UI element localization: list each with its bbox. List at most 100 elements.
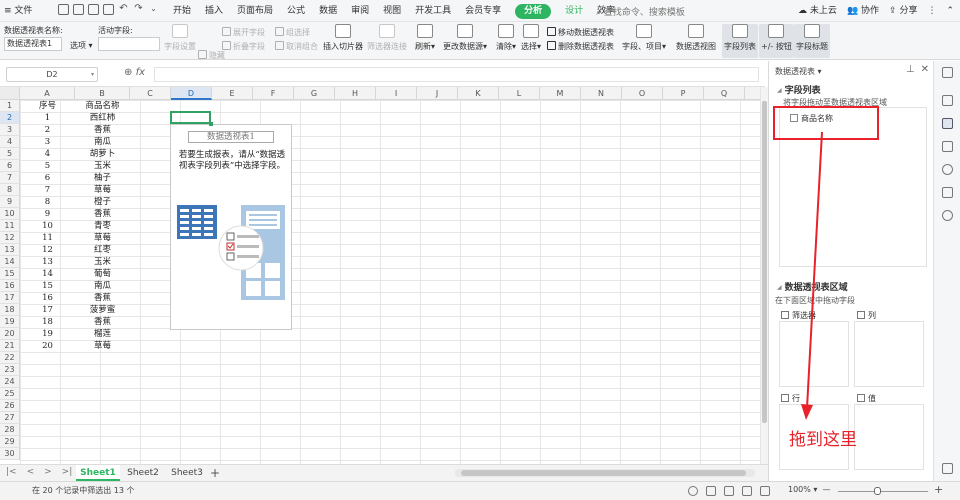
serial-number-cell[interactable]: 18: [20, 316, 75, 328]
serial-number-cell[interactable]: 4: [20, 148, 75, 160]
column-header-d[interactable]: D: [171, 87, 212, 100]
serial-number-cell[interactable]: 2: [20, 124, 75, 136]
move-pivot-button[interactable]: 移动数据透视表: [547, 27, 614, 38]
product-name-cell[interactable]: 西红柿: [75, 112, 130, 124]
normal-view-icon[interactable]: [724, 486, 734, 496]
filter-drop-zone[interactable]: [779, 321, 849, 387]
print-icon[interactable]: [88, 4, 99, 15]
row-header-19[interactable]: 19: [0, 316, 20, 328]
close-icon[interactable]: ✕: [921, 64, 929, 75]
product-name-cell[interactable]: 草莓: [75, 232, 130, 244]
column-header-j[interactable]: J: [417, 87, 458, 100]
serial-number-cell[interactable]: 5: [20, 160, 75, 172]
share-button[interactable]: ⇪ 分享: [889, 0, 917, 22]
product-name-cell[interactable]: 红枣: [75, 244, 130, 256]
row-header-10[interactable]: 10: [0, 208, 20, 220]
value-drop-zone[interactable]: [854, 404, 924, 470]
file-menu-button[interactable]: ≡ 文件: [4, 3, 32, 19]
page-layout-view-icon[interactable]: [742, 486, 752, 496]
change-source-button[interactable]: 更改数据源▾: [443, 24, 487, 52]
filter-connection-button[interactable]: 筛选器连接: [367, 24, 407, 52]
product-name-cell[interactable]: 玉米: [75, 160, 130, 172]
column-header-g[interactable]: G: [294, 87, 335, 100]
column-header-f[interactable]: F: [253, 87, 294, 100]
shape-icon[interactable]: [942, 187, 953, 198]
column-header-i[interactable]: I: [376, 87, 417, 100]
save-icon[interactable]: [58, 4, 69, 15]
options-button[interactable]: 选项 ▾: [70, 40, 93, 51]
tab-developer[interactable]: 开发工具: [408, 0, 458, 22]
sheet-tab-sheet1[interactable]: Sheet1: [76, 465, 120, 481]
add-sheet-button[interactable]: +: [210, 465, 220, 481]
active-field-input[interactable]: [98, 37, 160, 51]
column-header-p[interactable]: P: [663, 87, 704, 100]
field-settings-button[interactable]: 字段设置: [164, 24, 196, 52]
reading-mode-icon[interactable]: [706, 486, 716, 496]
column-header-k[interactable]: K: [458, 87, 499, 100]
tab-data[interactable]: 数据: [312, 0, 344, 22]
command-search[interactable]: ⌕ 查找命令、搜索模板: [596, 5, 685, 18]
row-header-25[interactable]: 25: [0, 388, 20, 400]
row-header-22[interactable]: 22: [0, 352, 20, 364]
product-name-cell[interactable]: 香蕉: [75, 292, 130, 304]
plus-minus-buttons-button[interactable]: +/- 按钮: [759, 24, 794, 58]
expand-field-button[interactable]: 展开字段: [222, 27, 265, 38]
column-header-n[interactable]: N: [581, 87, 622, 100]
pivot-pane-icon[interactable]: [942, 118, 953, 129]
clear-button[interactable]: 清除▾: [496, 24, 516, 52]
vertical-scrollbar[interactable]: [760, 87, 768, 464]
product-name-cell[interactable]: 橙子: [75, 196, 130, 208]
pivot-areas-header[interactable]: 数据透视表区域: [777, 280, 848, 293]
product-name-cell[interactable]: 葡萄: [75, 268, 130, 280]
row-header-3[interactable]: 3: [0, 124, 20, 136]
delete-pivot-button[interactable]: 删除数据透视表: [547, 41, 614, 52]
zoom-in-icon[interactable]: +: [934, 483, 943, 496]
next-sheet-icon[interactable]: >: [44, 467, 52, 477]
serial-number-cell[interactable]: 15: [20, 280, 75, 292]
tab-home[interactable]: 开始: [166, 0, 198, 22]
row-header-11[interactable]: 11: [0, 220, 20, 232]
serial-number-cell[interactable]: 7: [20, 184, 75, 196]
row-header-14[interactable]: 14: [0, 256, 20, 268]
collab-button[interactable]: 👥 协作: [847, 0, 879, 22]
format-icon[interactable]: [942, 141, 953, 152]
pane-settings-icon[interactable]: [942, 463, 953, 474]
column-header-r[interactable]: R: [745, 87, 760, 100]
row-header-21[interactable]: 21: [0, 340, 20, 352]
cloud-status-button[interactable]: ☁ 未上云: [798, 0, 837, 22]
column-header-l[interactable]: L: [499, 87, 540, 100]
serial-number-cell[interactable]: 13: [20, 256, 75, 268]
product-name-cell[interactable]: 青枣: [75, 220, 130, 232]
collapse-ribbon-icon[interactable]: ⌃: [946, 0, 954, 22]
product-name-cell[interactable]: 胡萝卜: [75, 148, 130, 160]
product-name-cell[interactable]: 草莓: [75, 340, 130, 352]
row-header-23[interactable]: 23: [0, 364, 20, 376]
column-header-o[interactable]: O: [622, 87, 663, 100]
column-header-e[interactable]: E: [212, 87, 253, 100]
tab-insert[interactable]: 插入: [198, 0, 230, 22]
sheet-tab-sheet3[interactable]: Sheet3: [166, 465, 208, 481]
serial-number-cell[interactable]: 10: [20, 220, 75, 232]
row-header-17[interactable]: 17: [0, 292, 20, 304]
serial-number-cell[interactable]: 6: [20, 172, 75, 184]
group-selection-button[interactable]: 组选择: [275, 27, 310, 38]
page-break-view-icon[interactable]: [760, 486, 770, 496]
hide-button[interactable]: 隐藏: [198, 50, 225, 61]
serial-number-cell[interactable]: 3: [20, 136, 75, 148]
row-header-8[interactable]: 8: [0, 184, 20, 196]
serial-number-cell[interactable]: 1: [20, 112, 75, 124]
row-header-7[interactable]: 7: [0, 172, 20, 184]
product-name-cell[interactable]: 榴莲: [75, 328, 130, 340]
row-header-9[interactable]: 9: [0, 196, 20, 208]
tab-review[interactable]: 审阅: [344, 0, 376, 22]
refresh-button[interactable]: 刷新▾: [415, 24, 435, 52]
row-header-16[interactable]: 16: [0, 280, 20, 292]
horizontal-scrollbar[interactable]: [455, 469, 755, 477]
header-cell[interactable]: 商品名称: [75, 100, 130, 112]
zoom-slider-track[interactable]: [838, 491, 928, 492]
row-header-2[interactable]: 2: [0, 112, 20, 124]
column-header-q[interactable]: Q: [704, 87, 745, 100]
serial-number-cell[interactable]: 11: [20, 232, 75, 244]
field-list-button[interactable]: 字段列表: [722, 24, 758, 58]
product-name-cell[interactable]: 香蕉: [75, 208, 130, 220]
